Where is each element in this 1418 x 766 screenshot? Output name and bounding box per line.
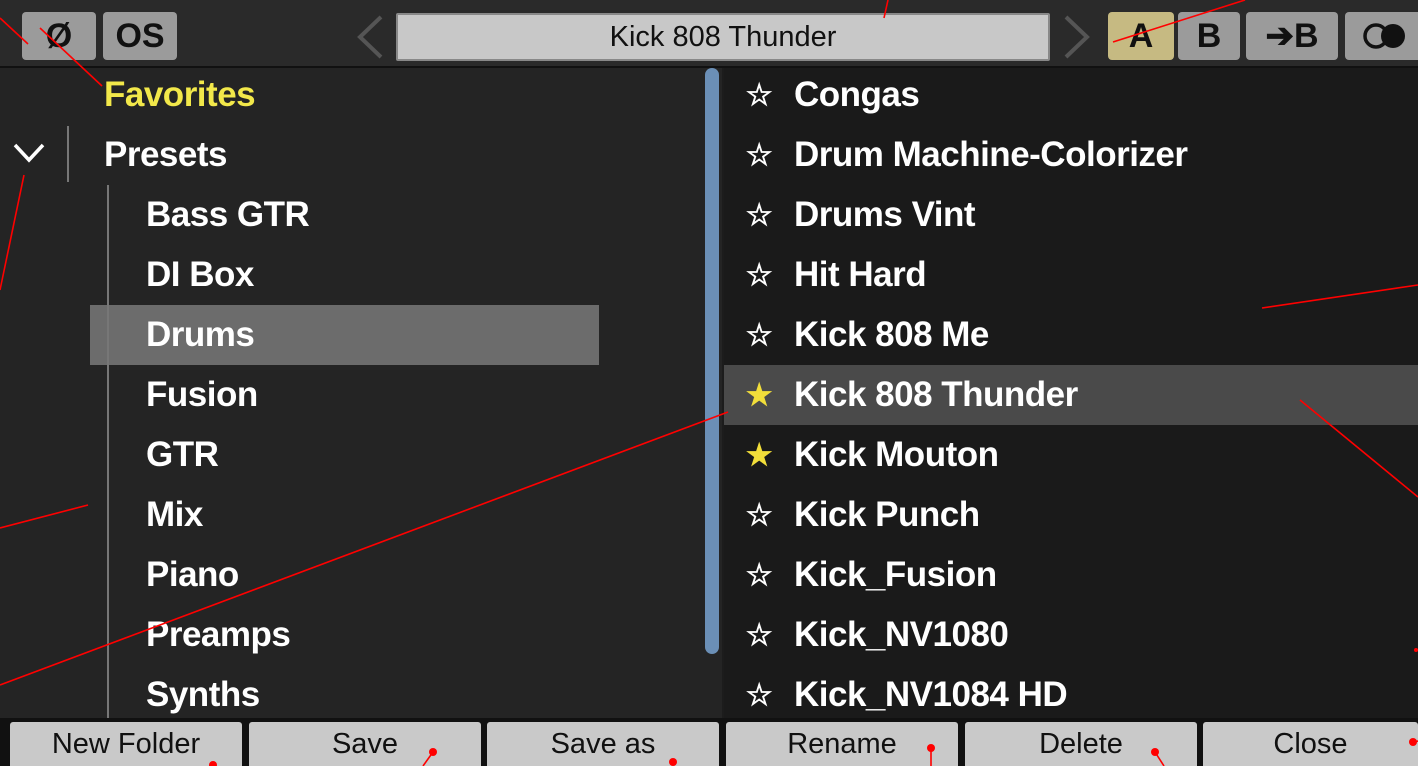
rename-button[interactable]: Rename — [726, 722, 958, 766]
folder-item[interactable]: Synths — [146, 665, 260, 718]
compare-toggle-button[interactable] — [1345, 12, 1418, 60]
top-bar: Ø OS Kick 808 Thunder A B ➔B — [0, 0, 1418, 68]
preset-item[interactable]: ☆ Congas — [724, 68, 1418, 125]
tree-branch-line — [107, 185, 109, 718]
tree-item-favorites[interactable]: Favorites — [104, 68, 256, 125]
folder-item[interactable]: DI Box — [146, 245, 254, 305]
favorite-star-icon[interactable]: ☆ — [724, 618, 794, 653]
favorite-star-icon[interactable]: ☆ — [724, 678, 794, 713]
copy-to-b-button[interactable]: ➔B — [1246, 12, 1338, 60]
prev-preset-button[interactable] — [350, 12, 390, 62]
preset-item[interactable]: ★ Kick Mouton — [724, 425, 1418, 485]
favorite-star-icon[interactable]: ☆ — [724, 78, 794, 113]
tree-item-presets[interactable]: Presets — [104, 125, 227, 185]
preset-item-label: Drum Machine-Colorizer — [794, 135, 1188, 174]
favorite-star-icon[interactable]: ☆ — [724, 558, 794, 593]
favorite-star-icon[interactable]: ☆ — [724, 318, 794, 353]
favorite-star-icon[interactable]: ☆ — [724, 138, 794, 173]
favorite-star-icon[interactable]: ☆ — [724, 198, 794, 233]
folder-item[interactable]: Fusion — [146, 365, 258, 425]
preset-item-label: Kick_NV1084 HD — [794, 675, 1068, 714]
folder-item[interactable]: Piano — [146, 545, 239, 605]
preset-item[interactable]: ☆ Drums Vint — [724, 185, 1418, 245]
folder-item[interactable]: Preamps — [146, 605, 291, 665]
preset-item-label: Kick 808 Thunder — [794, 375, 1078, 414]
action-bar: New Folder Save Save as Rename Delete Cl… — [0, 718, 1418, 766]
preset-item-label: Kick Mouton — [794, 435, 999, 474]
preset-item[interactable]: ☆ Kick_NV1080 — [724, 605, 1418, 665]
preset-item-label: Kick_Fusion — [794, 555, 997, 594]
chevron-down-icon[interactable] — [12, 142, 46, 164]
folder-scrollbar[interactable] — [705, 68, 719, 654]
preset-item-label: Kick 808 Me — [794, 315, 989, 354]
preset-item[interactable]: ☆ Hit Hard — [724, 245, 1418, 305]
preset-item-label: Congas — [794, 75, 920, 114]
save-button[interactable]: Save — [249, 722, 481, 766]
phase-invert-button[interactable]: Ø — [22, 12, 96, 60]
favorite-star-icon[interactable]: ☆ — [724, 498, 794, 533]
preset-item-selected[interactable]: ★ Kick 808 Thunder — [724, 365, 1418, 425]
folder-item-selected[interactable]: Drums — [146, 305, 255, 365]
preset-item[interactable]: ☆ Kick_Fusion — [724, 545, 1418, 605]
folder-item[interactable]: Bass GTR — [146, 185, 310, 245]
b-slot-button[interactable]: B — [1178, 12, 1240, 60]
os-button[interactable]: OS — [103, 12, 177, 60]
preset-item[interactable]: ☆ Kick Punch — [724, 485, 1418, 545]
delete-button[interactable]: Delete — [965, 722, 1197, 766]
save-as-button[interactable]: Save as — [487, 722, 719, 766]
current-preset-display[interactable]: Kick 808 Thunder — [396, 13, 1050, 61]
tree-divider — [67, 126, 69, 182]
preset-item-label: Kick_NV1080 — [794, 615, 1009, 654]
favorite-star-filled-icon[interactable]: ★ — [724, 438, 794, 473]
preset-item-label: Hit Hard — [794, 255, 927, 294]
new-folder-button[interactable]: New Folder — [10, 722, 242, 766]
close-button[interactable]: Close — [1203, 722, 1418, 766]
preset-list-panel: ☆ Congas ☆ Drum Machine-Colorizer ☆ Drum… — [724, 68, 1418, 718]
preset-item-label: Kick Punch — [794, 495, 980, 534]
chevron-left-icon — [357, 15, 383, 59]
folder-tree-panel: Favorites Presets Bass GTR DI Box Drums … — [0, 68, 722, 718]
folder-item[interactable]: Mix — [146, 485, 203, 545]
a-slot-button[interactable]: A — [1108, 12, 1174, 60]
preset-item[interactable]: ☆ Kick_NV1084 HD — [724, 665, 1418, 718]
folder-item[interactable]: GTR — [146, 425, 219, 485]
toggle-circles-icon — [1363, 23, 1405, 49]
favorite-star-icon[interactable]: ☆ — [724, 258, 794, 293]
chevron-right-icon — [1064, 15, 1090, 59]
preset-item[interactable]: ☆ Drum Machine-Colorizer — [724, 125, 1418, 185]
next-preset-button[interactable] — [1057, 12, 1097, 62]
preset-item-label: Drums Vint — [794, 195, 976, 234]
preset-item[interactable]: ☆ Kick 808 Me — [724, 305, 1418, 365]
favorite-star-filled-icon[interactable]: ★ — [724, 378, 794, 413]
